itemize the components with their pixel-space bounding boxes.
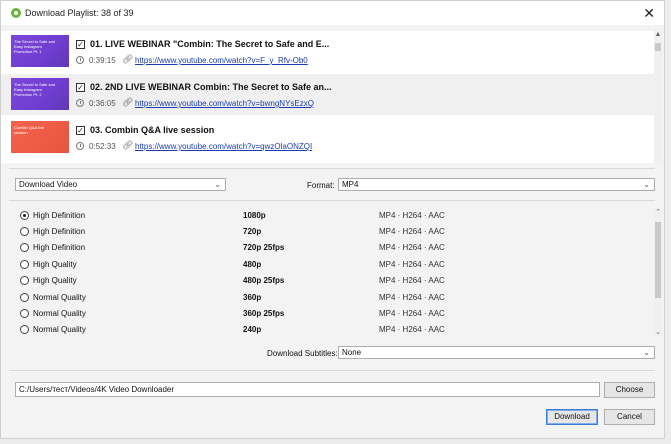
quality-format: MP4 · H264 · AAC [379,260,445,269]
format-select[interactable]: MP4 ⌄ [338,178,655,191]
item-duration: 0:39:15 [89,56,116,65]
quality-name: High Definition [33,243,86,252]
scroll-down-icon[interactable]: ⌄ [654,328,662,336]
chevron-down-icon: ⌄ [643,180,650,189]
scrollbar-thumb[interactable] [655,222,661,298]
radio-button[interactable] [20,309,29,318]
subtitles-select[interactable]: None ⌄ [338,346,655,359]
video-thumbnail: Combin Q&A live session [11,121,69,153]
quality-resolution: 360p [243,293,262,302]
quality-name: Normal Quality [33,309,86,318]
chevron-down-icon: ⌄ [643,348,650,357]
divider [9,168,655,169]
divider [9,200,655,201]
playlist-list: The Secret to Safe and Easy Instagram Pr… [1,31,654,163]
quality-option[interactable]: High Definition 1080p MP4 · H264 · AAC [1,208,654,224]
format-label: Format: [307,181,335,190]
quality-resolution: 360p 25fps [243,309,285,318]
quality-resolution: 720p [243,227,262,236]
playlist-scrollbar[interactable]: ▲ [654,31,662,163]
subtitles-value: None [342,348,362,357]
format-value: MP4 [342,180,359,189]
quality-name: High Definition [33,211,86,220]
playlist-item[interactable]: The Secret to Safe and Easy Instagram Pr… [1,74,654,115]
quality-format: MP4 · H264 · AAC [379,309,445,318]
scroll-up-icon[interactable]: ▲ [654,31,662,38]
radio-button[interactable] [20,227,29,236]
clock-icon [76,56,84,64]
item-checkbox[interactable]: ✓ [76,83,85,92]
quality-option[interactable]: High Definition 720p MP4 · H264 · AAC [1,224,654,240]
item-url-link[interactable]: https://www.youtube.com/watch?v=qwzOlaON… [135,142,312,151]
link-icon: 🔗︎ [122,140,134,150]
scrollbar-thumb[interactable] [655,43,661,51]
download-playlist-dialog: Download Playlist: 38 of 39 ✕ The Secret… [0,0,665,439]
quality-scrollbar[interactable]: ⌃ ⌄ [654,208,662,336]
save-path-input[interactable]: C:/Users/тест/Videos/4K Video Downloader [15,382,600,397]
radio-button[interactable] [20,260,29,269]
quality-name: Normal Quality [33,325,86,334]
video-thumbnail: The Secret to Safe and Easy Instagram Pr… [11,78,69,110]
quality-resolution: 720p 25fps [243,243,285,252]
radio-button[interactable] [20,211,29,220]
item-title: 02. 2ND LIVE WEBINAR Combin: The Secret … [90,82,332,92]
quality-option[interactable]: Normal Quality 240p MP4 · H264 · AAC [1,322,654,338]
item-url-link[interactable]: https://www.youtube.com/watch?v=F_y_Rfv-… [135,56,308,65]
item-title: 03. Combin Q&A live session [90,125,215,135]
item-checkbox[interactable]: ✓ [76,126,85,135]
download-button[interactable]: Download [546,409,598,425]
clock-icon [76,142,84,150]
quality-format: MP4 · H264 · AAC [379,276,445,285]
quality-format: MP4 · H264 · AAC [379,293,445,302]
item-url-link[interactable]: https://www.youtube.com/watch?v=bwngNYsE… [135,99,314,108]
radio-button[interactable] [20,325,29,334]
radio-button[interactable] [20,276,29,285]
quality-option[interactable]: High Quality 480p MP4 · H264 · AAC [1,257,654,273]
subtitles-label: Download Subtitles: [267,349,338,358]
clock-icon [76,99,84,107]
quality-format: MP4 · H264 · AAC [379,243,445,252]
quality-option[interactable]: Normal Quality 360p 25fps MP4 · H264 · A… [1,306,654,322]
thumbnail-text: The Secret to Safe and Easy Instagram Pr… [14,82,56,97]
quality-resolution: 480p 25fps [243,276,285,285]
quality-list: High Definition 1080p MP4 · H264 · AAC H… [1,205,654,337]
divider [9,370,655,371]
item-title: 01. LIVE WEBINAR "Combin: The Secret to … [90,39,330,49]
quality-format: MP4 · H264 · AAC [379,227,445,236]
choose-button[interactable]: Choose [604,382,655,398]
quality-option[interactable]: Normal Quality 360p MP4 · H264 · AAC [1,290,654,306]
quality-format: MP4 · H264 · AAC [379,325,445,334]
app-logo-icon [11,8,21,18]
chevron-down-icon: ⌄ [214,180,221,189]
playlist-item[interactable]: The Secret to Safe and Easy Instagram Pr… [1,31,654,72]
video-thumbnail: The Secret to Safe and Easy Instagram Pr… [11,35,69,67]
radio-button[interactable] [20,293,29,302]
item-duration: 0:52:33 [89,142,116,151]
quality-name: High Definition [33,227,86,236]
quality-name: High Quality [33,260,77,269]
quality-name: Normal Quality [33,293,86,302]
quality-option[interactable]: High Definition 720p 25fps MP4 · H264 · … [1,240,654,256]
thumbnail-text: The Secret to Safe and Easy Instagram Pr… [14,39,56,54]
title-bar: Download Playlist: 38 of 39 ✕ [1,1,664,25]
playlist-item[interactable]: Combin Q&A live session ✓ 03. Combin Q&A… [1,117,654,158]
quality-format: MP4 · H264 · AAC [379,211,445,220]
quality-resolution: 240p [243,325,262,334]
quality-resolution: 1080p [243,211,266,220]
quality-option[interactable]: High Quality 480p 25fps MP4 · H264 · AAC [1,273,654,289]
link-icon: 🔗︎ [122,97,134,107]
radio-button[interactable] [20,243,29,252]
link-icon: 🔗︎ [122,54,134,64]
item-duration: 0:36:05 [89,99,116,108]
cancel-button[interactable]: Cancel [604,409,655,425]
scroll-up-icon[interactable]: ⌃ [654,208,662,216]
quality-resolution: 480p [243,260,262,269]
quality-name: High Quality [33,276,77,285]
close-icon[interactable]: ✕ [643,5,655,22]
item-checkbox[interactable]: ✓ [76,40,85,49]
thumbnail-text: Combin Q&A live session [14,125,45,135]
download-type-value: Download Video [19,180,78,189]
window-title: Download Playlist: 38 of 39 [25,8,134,18]
download-type-select[interactable]: Download Video ⌄ [15,178,226,191]
